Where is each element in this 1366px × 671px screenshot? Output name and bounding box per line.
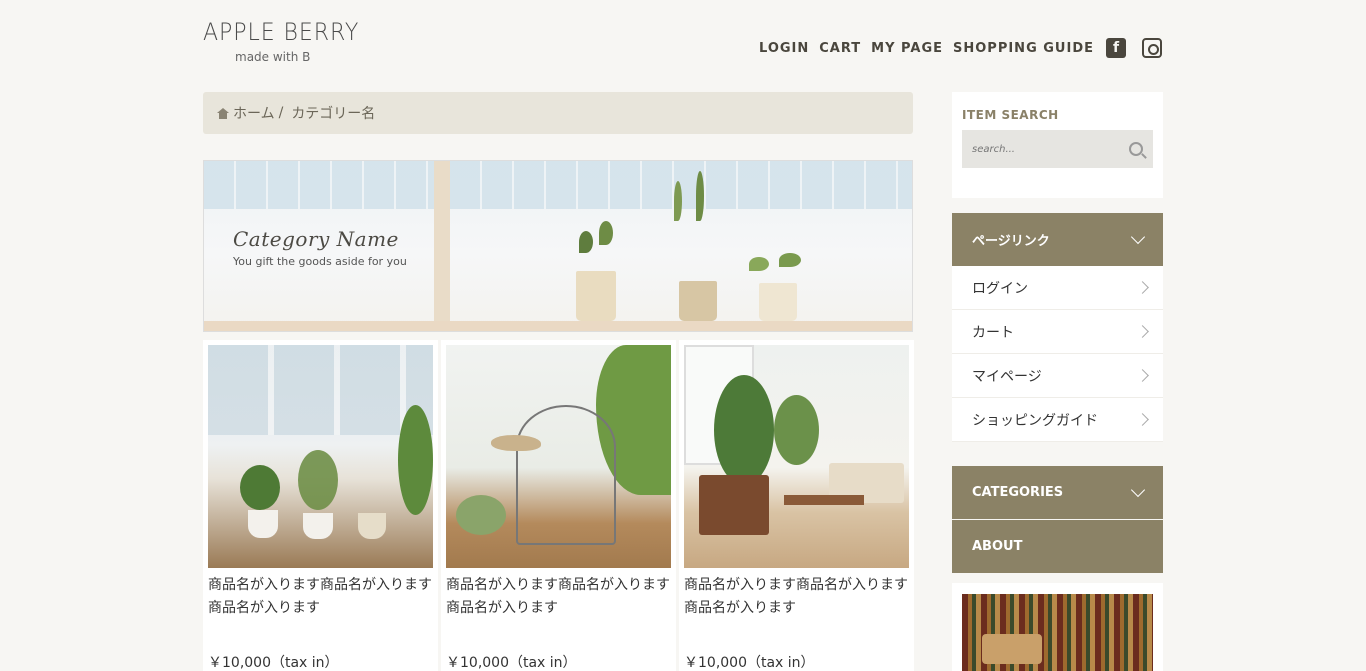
chevron-down-icon bbox=[1130, 229, 1146, 244]
sidebar-item-label: マイページ bbox=[972, 368, 1042, 385]
breadcrumb: ホーム / カテゴリー名 bbox=[203, 92, 913, 134]
page-links-heading: ページリンク bbox=[972, 234, 1050, 249]
product-image[interactable] bbox=[208, 345, 433, 568]
logo-title: APPLE BERRY bbox=[203, 18, 360, 46]
product-price: ￥10,000（tax in） bbox=[208, 655, 339, 671]
chevron-right-icon bbox=[1136, 325, 1149, 338]
top-navigation: LOGIN CART MY PAGE SHOPPING GUIDE f bbox=[759, 38, 1162, 58]
nav-my-page[interactable]: MY PAGE bbox=[871, 41, 943, 56]
search-box bbox=[962, 130, 1153, 168]
chevron-right-icon bbox=[1136, 369, 1149, 382]
sidebar-item-shopping-guide[interactable]: ショッピングガイド bbox=[952, 398, 1163, 442]
sidebar-item-label: ショッピングガイド bbox=[972, 412, 1098, 429]
product-grid: 商品名が入ります商品名が入ります商品名が入ります ￥10,000（tax in）… bbox=[203, 340, 914, 671]
about-image-panel bbox=[952, 583, 1163, 671]
about-header[interactable]: ABOUT bbox=[952, 520, 1163, 573]
chevron-down-icon bbox=[1130, 482, 1146, 497]
product-price: ￥10,000（tax in） bbox=[446, 655, 577, 671]
sidebar-item-label: ログイン bbox=[972, 280, 1028, 297]
logo[interactable]: APPLE BERRY made with B bbox=[203, 18, 373, 64]
product-image[interactable] bbox=[684, 345, 909, 568]
hero-title: Category Name bbox=[233, 227, 399, 251]
item-search-panel: ITEM SEARCH bbox=[952, 92, 1163, 198]
page-links-list: ログイン カート マイページ ショッピングガイド bbox=[952, 266, 1163, 442]
nav-cart[interactable]: CART bbox=[819, 41, 861, 56]
about-image[interactable] bbox=[962, 594, 1153, 671]
product-name[interactable]: 商品名が入ります商品名が入ります商品名が入ります bbox=[446, 574, 671, 640]
about-heading: ABOUT bbox=[972, 539, 1023, 554]
product-image[interactable] bbox=[446, 345, 671, 568]
hero-subtitle: You gift the goods aside for you bbox=[233, 255, 407, 268]
breadcrumb-separator: / bbox=[278, 105, 284, 121]
search-icon[interactable] bbox=[1129, 142, 1143, 156]
product-name[interactable]: 商品名が入ります商品名が入ります商品名が入ります bbox=[208, 574, 433, 640]
search-input[interactable] bbox=[972, 143, 1122, 155]
categories-heading: CATEGORIES bbox=[972, 485, 1064, 500]
category-hero-banner: Category Name You gift the goods aside f… bbox=[203, 160, 913, 332]
nav-login[interactable]: LOGIN bbox=[759, 41, 809, 56]
sidebar-item-my-page[interactable]: マイページ bbox=[952, 354, 1163, 398]
product-card[interactable]: 商品名が入ります商品名が入ります商品名が入ります ￥10,000（tax in） bbox=[203, 340, 438, 671]
product-name[interactable]: 商品名が入ります商品名が入ります商品名が入ります bbox=[684, 574, 909, 640]
sidebar-item-login[interactable]: ログイン bbox=[952, 266, 1163, 310]
sidebar-item-label: カート bbox=[972, 324, 1014, 341]
home-icon bbox=[217, 107, 229, 119]
breadcrumb-current: カテゴリー名 bbox=[291, 106, 376, 122]
breadcrumb-home[interactable]: ホーム bbox=[233, 103, 275, 123]
item-search-heading: ITEM SEARCH bbox=[962, 108, 1059, 122]
categories-header[interactable]: CATEGORIES bbox=[952, 466, 1163, 519]
nav-shopping-guide[interactable]: SHOPPING GUIDE bbox=[953, 41, 1094, 56]
product-price: ￥10,000（tax in） bbox=[684, 655, 815, 671]
product-card[interactable]: 商品名が入ります商品名が入ります商品名が入ります ￥10,000（tax in） bbox=[441, 340, 676, 671]
page-links-header[interactable]: ページリンク bbox=[952, 213, 1163, 266]
sidebar-item-cart[interactable]: カート bbox=[952, 310, 1163, 354]
chevron-right-icon bbox=[1136, 281, 1149, 294]
product-card[interactable]: 商品名が入ります商品名が入ります商品名が入ります ￥10,000（tax in） bbox=[679, 340, 914, 671]
chevron-right-icon bbox=[1136, 413, 1149, 426]
instagram-icon[interactable] bbox=[1142, 38, 1162, 58]
logo-subtitle: made with B bbox=[235, 50, 311, 64]
facebook-icon[interactable]: f bbox=[1106, 38, 1126, 58]
